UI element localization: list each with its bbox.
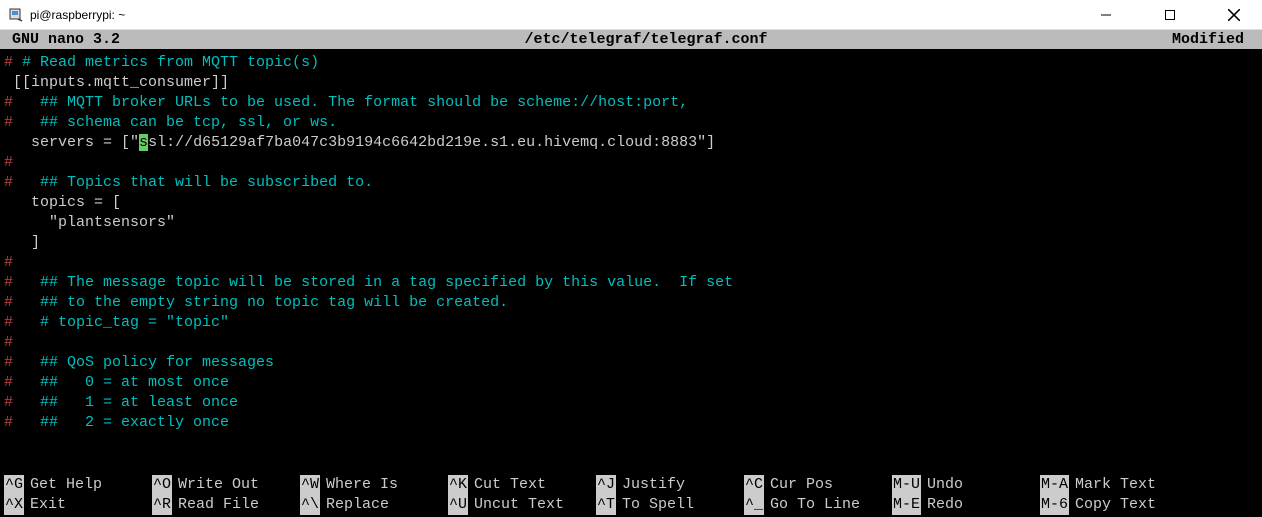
help-label: Redo bbox=[921, 495, 963, 515]
terminal-area[interactable]: GNU nano 3.2 /etc/telegraf/telegraf.conf… bbox=[0, 30, 1262, 517]
help-label: Where Is bbox=[320, 475, 398, 495]
help-key: ^_ bbox=[744, 495, 764, 515]
editor-line: # bbox=[4, 153, 1258, 173]
help-key: ^C bbox=[744, 475, 764, 495]
editor-line: # # Read metrics from MQTT topic(s) bbox=[4, 53, 1258, 73]
editor-content[interactable]: # # Read metrics from MQTT topic(s) [[in… bbox=[0, 49, 1262, 437]
nano-status-bar: GNU nano 3.2 /etc/telegraf/telegraf.conf… bbox=[0, 30, 1262, 49]
editor-line: # bbox=[4, 333, 1258, 353]
help-label: Read File bbox=[172, 495, 259, 515]
editor-line: # ## to the empty string no topic tag wi… bbox=[4, 293, 1258, 313]
help-label: Cur Pos bbox=[764, 475, 833, 495]
help-item: ^UUncut Text bbox=[448, 495, 596, 515]
help-item: ^JJustify bbox=[596, 475, 744, 495]
help-key: ^\ bbox=[300, 495, 320, 515]
help-item: ^RRead File bbox=[152, 495, 300, 515]
help-label: Cut Text bbox=[468, 475, 546, 495]
help-key: M-U bbox=[892, 475, 921, 495]
editor-line: # ## schema can be tcp, ssl, or ws. bbox=[4, 113, 1258, 133]
editor-line: "plantsensors" bbox=[4, 213, 1258, 233]
help-label: Get Help bbox=[24, 475, 102, 495]
help-label: Copy Text bbox=[1069, 495, 1156, 515]
close-button[interactable] bbox=[1214, 1, 1254, 29]
help-key: ^G bbox=[4, 475, 24, 495]
help-row: ^GGet Help^OWrite Out^WWhere Is^KCut Tex… bbox=[4, 475, 1258, 495]
window-title-bar: pi@raspberrypi: ~ bbox=[0, 0, 1262, 30]
help-item: ^\Replace bbox=[300, 495, 448, 515]
help-item: M-ERedo bbox=[892, 495, 1040, 515]
putty-icon bbox=[8, 7, 24, 23]
window-title: pi@raspberrypi: ~ bbox=[30, 8, 1086, 22]
help-item: ^KCut Text bbox=[448, 475, 596, 495]
maximize-button[interactable] bbox=[1150, 1, 1190, 29]
editor-line: ] bbox=[4, 233, 1258, 253]
editor-line: # ## 0 = at most once bbox=[4, 373, 1258, 393]
help-key: M-6 bbox=[1040, 495, 1069, 515]
nano-help-bar: ^GGet Help^OWrite Out^WWhere Is^KCut Tex… bbox=[0, 475, 1262, 517]
help-key: ^J bbox=[596, 475, 616, 495]
help-label: Exit bbox=[24, 495, 66, 515]
editor-line: # ## MQTT broker URLs to be used. The fo… bbox=[4, 93, 1258, 113]
editor-line: # bbox=[4, 253, 1258, 273]
help-label: To Spell bbox=[616, 495, 694, 515]
editor-line: servers = ["ssl://d65129af7ba047c3b9194c… bbox=[4, 133, 1258, 153]
help-key: M-E bbox=[892, 495, 921, 515]
editor-line: # ## 2 = exactly once bbox=[4, 413, 1258, 433]
help-label: Replace bbox=[320, 495, 389, 515]
editor-line: # # topic_tag = "topic" bbox=[4, 313, 1258, 333]
help-item: ^OWrite Out bbox=[152, 475, 300, 495]
help-key: ^R bbox=[152, 495, 172, 515]
nano-modified-indicator: Modified bbox=[1172, 31, 1258, 48]
help-label: Undo bbox=[921, 475, 963, 495]
help-item: ^TTo Spell bbox=[596, 495, 744, 515]
nano-file-path: /etc/telegraf/telegraf.conf bbox=[120, 31, 1172, 48]
cursor: s bbox=[139, 134, 148, 151]
editor-line: topics = [ bbox=[4, 193, 1258, 213]
help-label: Go To Line bbox=[764, 495, 860, 515]
editor-line: # ## Topics that will be subscribed to. bbox=[4, 173, 1258, 193]
help-label: Justify bbox=[616, 475, 685, 495]
help-item: ^GGet Help bbox=[4, 475, 152, 495]
help-key: ^X bbox=[4, 495, 24, 515]
help-label: Write Out bbox=[172, 475, 259, 495]
help-item: ^CCur Pos bbox=[744, 475, 892, 495]
help-item: ^XExit bbox=[4, 495, 152, 515]
help-label: Uncut Text bbox=[468, 495, 564, 515]
help-item: ^WWhere Is bbox=[300, 475, 448, 495]
help-item: M-UUndo bbox=[892, 475, 1040, 495]
minimize-button[interactable] bbox=[1086, 1, 1126, 29]
window-controls bbox=[1086, 1, 1254, 29]
help-label: Mark Text bbox=[1069, 475, 1156, 495]
help-row: ^XExit^RRead File^\Replace^UUncut Text^T… bbox=[4, 495, 1258, 515]
help-item: ^_Go To Line bbox=[744, 495, 892, 515]
help-key: ^O bbox=[152, 475, 172, 495]
editor-line: [[inputs.mqtt_consumer]] bbox=[4, 73, 1258, 93]
nano-app-name: GNU nano 3.2 bbox=[4, 31, 120, 48]
help-key: ^T bbox=[596, 495, 616, 515]
editor-line: # ## QoS policy for messages bbox=[4, 353, 1258, 373]
help-item: M-AMark Text bbox=[1040, 475, 1188, 495]
help-item: M-6Copy Text bbox=[1040, 495, 1188, 515]
help-key: ^W bbox=[300, 475, 320, 495]
editor-line: # ## 1 = at least once bbox=[4, 393, 1258, 413]
help-key: ^U bbox=[448, 495, 468, 515]
editor-line: # ## The message topic will be stored in… bbox=[4, 273, 1258, 293]
help-key: M-A bbox=[1040, 475, 1069, 495]
help-key: ^K bbox=[448, 475, 468, 495]
